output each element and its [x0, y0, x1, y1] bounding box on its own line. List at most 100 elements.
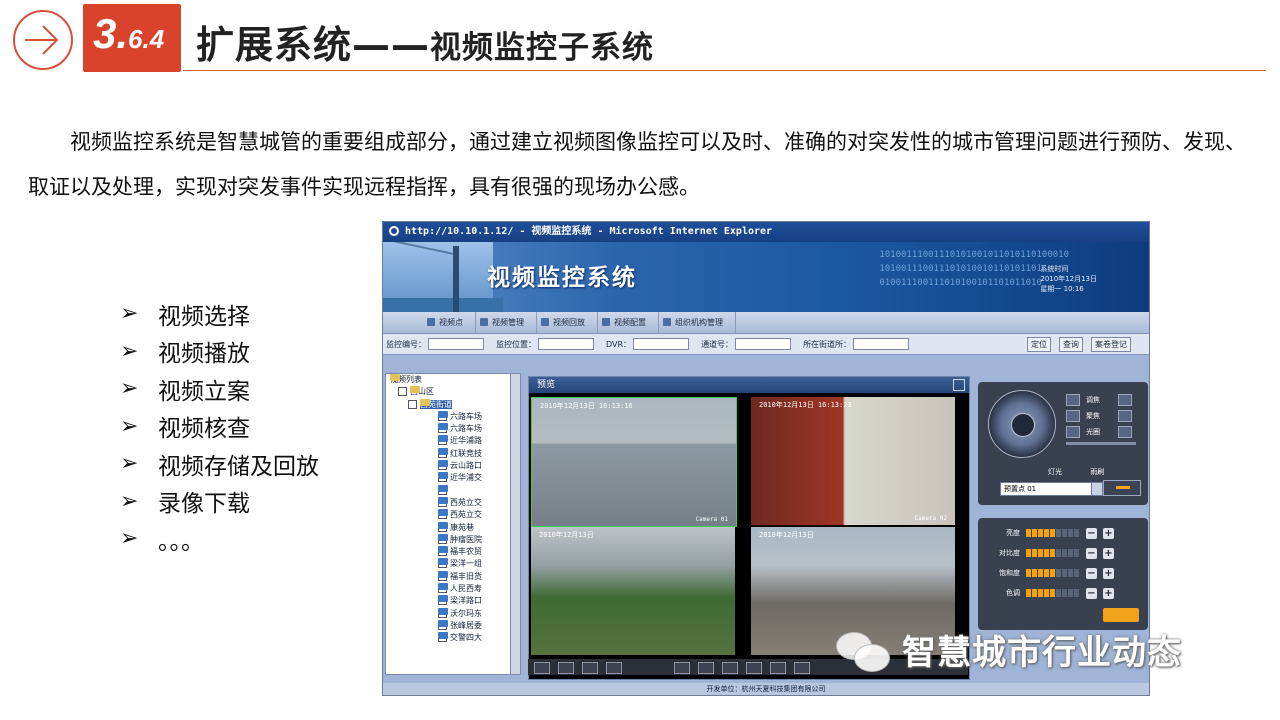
tree-root[interactable]: 视频列表: [386, 374, 510, 386]
feature-item: ➢ 。。。: [120, 520, 319, 558]
chevron-down-icon[interactable]: [1091, 483, 1102, 495]
decrease-button[interactable]: −: [1086, 587, 1097, 599]
camera-icon: [438, 509, 448, 517]
reset-adjust-button[interactable]: [1103, 608, 1139, 622]
tree-camera-item[interactable]: 人民西寿: [386, 583, 510, 595]
increase-button[interactable]: +: [1103, 547, 1114, 559]
increase-button[interactable]: +: [1103, 567, 1114, 579]
nav-item[interactable]: 视频回放: [537, 312, 598, 333]
tree-camera-item[interactable]: 肿瘤医院: [386, 533, 510, 546]
section-number-big: 3.: [93, 10, 129, 57]
channel-input[interactable]: [735, 338, 792, 350]
light-label[interactable]: 灯光: [1048, 468, 1062, 476]
camera-name: 福丰农贸: [450, 547, 482, 557]
tree-district[interactable]: 西山区: [386, 386, 510, 398]
app-footer: 开发单位：杭州天夏科技集团有限公司: [383, 683, 1149, 695]
wechat-watermark: 智慧城市行业动态: [832, 625, 1182, 674]
checkbox[interactable]: [398, 387, 407, 397]
preview-tool-button[interactable]: [698, 662, 714, 674]
tree-camera-item[interactable]: 六路车场: [386, 410, 510, 423]
wiper-label[interactable]: 雨刷: [1090, 468, 1104, 476]
camera-icon: [438, 521, 448, 529]
tree-camera-item[interactable]: 康苑巷: [386, 521, 510, 534]
nav-item[interactable]: 组织机构管理: [659, 312, 736, 333]
nav-item[interactable]: 视频管理: [476, 312, 537, 333]
preset-go-button[interactable]: [1103, 480, 1141, 496]
tree-scrollbar[interactable]: [510, 373, 521, 675]
tree-camera-item[interactable]: 沃尔玛东: [386, 607, 510, 620]
location-input[interactable]: [538, 338, 594, 350]
folder-icon: [410, 386, 420, 394]
increase-button[interactable]: +: [1103, 587, 1114, 599]
adjust-name: 色调: [1006, 589, 1020, 597]
locate-button[interactable]: 定位: [1027, 337, 1051, 352]
feature-label: 。。。: [158, 528, 204, 555]
nav-item[interactable]: 视频配置: [598, 312, 659, 333]
decrease-button[interactable]: −: [1086, 567, 1097, 579]
level-segment: [1056, 529, 1061, 537]
camera-icon: [438, 447, 448, 455]
tree-camera-item[interactable]: 六路车场: [386, 423, 510, 435]
feature-label: 视频播放: [158, 341, 250, 368]
tree-camera-item[interactable]: 梁洋路口: [386, 595, 510, 607]
iris-close-button[interactable]: [1118, 426, 1132, 438]
tree-camera-item[interactable]: 云山路口: [386, 460, 510, 472]
tree-camera-item[interactable]: 梁洋一组: [386, 558, 510, 570]
preview-tool-button[interactable]: [770, 662, 786, 674]
preview-tool-button[interactable]: [674, 662, 690, 674]
level-segment: [1038, 589, 1043, 597]
date-line: 星期一 10:16: [1040, 285, 1084, 293]
checkbox[interactable]: [408, 399, 417, 409]
level-segment: [1032, 549, 1037, 557]
code-input[interactable]: [428, 338, 484, 350]
decrease-button[interactable]: −: [1086, 527, 1097, 539]
tree-camera-item[interactable]: 福丰农贸: [386, 546, 510, 558]
feature-item: ➢ 视频立案: [120, 370, 319, 408]
tree-camera-item[interactable]: 近华浦交: [386, 472, 510, 484]
window-titlebar: http://10.10.1.12/ - 视频监控系统 - Microsoft …: [383, 222, 1149, 242]
tree-camera-item[interactable]: 西苑立交: [386, 509, 510, 521]
fullscreen-icon[interactable]: [953, 379, 965, 391]
camera-view-2[interactable]: 2010年12月13日 16:13:23 Camera 02: [751, 397, 955, 525]
preview-tool-button[interactable]: [746, 662, 762, 674]
tree-street[interactable]: 西苑街道: [386, 398, 510, 411]
tree-camera-item[interactable]: 交警四大: [386, 632, 510, 644]
level-segment: [1044, 589, 1049, 597]
preview-tool-button[interactable]: [582, 662, 598, 674]
preview-tool-button[interactable]: [558, 662, 574, 674]
adjust-row: 饱和度 − +: [986, 566, 1114, 580]
dvr-input[interactable]: [633, 338, 690, 350]
office-input[interactable]: [853, 338, 910, 350]
adjust-row: 对比度 − +: [986, 546, 1114, 560]
camera-name: 云山路口: [450, 461, 482, 471]
zoom-in-button[interactable]: [1066, 394, 1080, 406]
tree-camera-item[interactable]: 西苑立交: [386, 496, 510, 509]
preview-tool-button[interactable]: [534, 662, 550, 674]
tree-camera-item[interactable]: 福丰旧货: [386, 570, 510, 583]
tree-camera-item[interactable]: 近华浦路: [386, 435, 510, 447]
query-button[interactable]: 查询: [1059, 337, 1083, 352]
feature-list: ➢ 视频选择 ➢ 视频播放 ➢ 视频立案 ➢ 视频核查 ➢ 视频存储及回放 ➢ 录像下载 ➢ 。。。: [120, 295, 319, 558]
ptz-speed-slider[interactable]: [1066, 442, 1136, 445]
arrow-right-icon: [25, 25, 59, 55]
increase-button[interactable]: +: [1103, 527, 1114, 539]
tree-camera-item[interactable]: 红联竞技: [386, 447, 510, 460]
ptz-direction-dial[interactable]: [988, 390, 1056, 458]
tree-camera-item[interactable]: [386, 484, 510, 497]
register-button[interactable]: 案卷登记: [1091, 337, 1131, 352]
ptz-center-button[interactable]: [1011, 413, 1035, 437]
focus-near-button[interactable]: [1066, 410, 1080, 422]
zoom-out-button[interactable]: [1118, 394, 1132, 406]
preview-tool-button[interactable]: [722, 662, 738, 674]
nav-item[interactable]: 视频点: [423, 312, 476, 333]
preview-tool-button[interactable]: [606, 662, 622, 674]
decrease-button[interactable]: −: [1086, 547, 1097, 559]
camera-view-3[interactable]: 2010年12月13日: [531, 527, 735, 655]
camera-view-1[interactable]: 2010年12月13日 16:13:16 Camera 01: [531, 397, 737, 527]
preset-select[interactable]: 预置点 01: [1000, 482, 1103, 496]
preview-tool-button[interactable]: [794, 662, 810, 674]
tree-camera-item[interactable]: 张峰居委: [386, 619, 510, 632]
iris-open-button[interactable]: [1066, 426, 1080, 438]
level-segment: [1026, 549, 1031, 557]
focus-far-button[interactable]: [1118, 410, 1132, 422]
